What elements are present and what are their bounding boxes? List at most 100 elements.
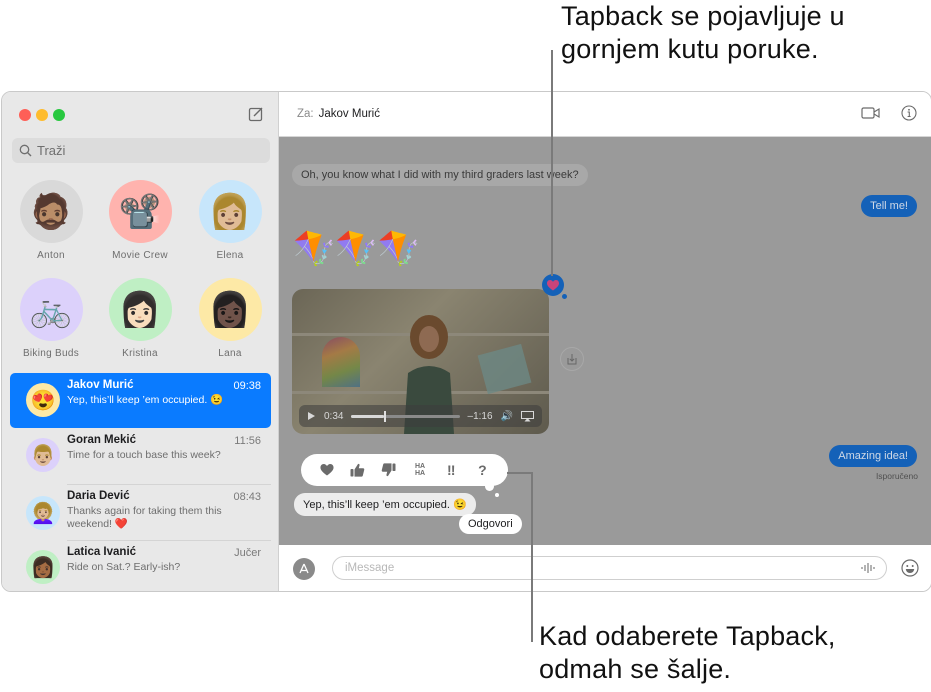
message-bubble-incoming[interactable]: Oh, you know what I did with my third gr… xyxy=(292,164,588,186)
scrubber-fill xyxy=(351,414,384,418)
video-controls: 0:34 –1:16 🔊 xyxy=(299,405,542,427)
heart-icon xyxy=(547,279,559,290)
contact-name: Jakov Murić xyxy=(67,379,134,391)
search-field[interactable]: Traži xyxy=(12,138,270,163)
reply-button[interactable]: Odgovori xyxy=(459,514,522,534)
facetime-button[interactable] xyxy=(861,106,880,123)
app-store-icon xyxy=(299,563,309,574)
pinned-elena[interactable]: 👩🏼 Elena xyxy=(185,180,275,261)
pinned-movie-crew[interactable]: 📽️ Movie Crew xyxy=(95,180,185,261)
avatar: 👩🏾 xyxy=(26,550,60,584)
tapback-thumbs-down-option[interactable] xyxy=(378,459,400,481)
recipient-name[interactable]: Jakov Murić xyxy=(319,108,380,120)
pinned-label: Lana xyxy=(218,348,242,359)
video-camera-icon xyxy=(861,107,880,119)
double-exclamation-icon: ‼ xyxy=(446,462,456,478)
message-time: 11:56 xyxy=(234,435,261,447)
zoom-button[interactable] xyxy=(53,109,65,121)
elapsed-time: 0:34 xyxy=(324,410,344,422)
play-icon[interactable] xyxy=(307,411,316,421)
callout-line-1: Kad odaberete Tapback, xyxy=(539,621,836,651)
tapback-heart-option[interactable] xyxy=(316,459,338,481)
bicycle-icon: 🚲 xyxy=(19,278,83,341)
remaining-time: –1:16 xyxy=(467,410,493,422)
emoji-button[interactable] xyxy=(901,559,919,582)
message-preview: Ride on Sat.? Early-ish? xyxy=(67,561,181,573)
contact-name: Latica Ivanić xyxy=(67,546,137,558)
scrubber-handle[interactable] xyxy=(383,410,386,422)
message-transcript: Oh, you know what I did with my third gr… xyxy=(279,137,931,545)
minimize-button[interactable] xyxy=(36,109,48,121)
conversation-item[interactable]: 👩🏼‍🦱 Daria Dević 08:43 Thanks again for … xyxy=(10,484,271,540)
delivery-status: Isporučeno xyxy=(875,471,918,481)
to-label: Za: xyxy=(297,108,314,120)
tapback-exclamation-option[interactable]: ‼ xyxy=(440,459,462,481)
video-message[interactable]: 0:34 –1:16 🔊 xyxy=(292,289,549,434)
message-bubble-outgoing[interactable]: Amazing idea! xyxy=(829,445,917,467)
callout-line-2: gornjem kutu poruke. xyxy=(561,34,819,64)
callout-leader-line xyxy=(551,50,553,276)
callout-leader-line xyxy=(507,472,533,474)
divider xyxy=(67,540,271,541)
pinned-kristina[interactable]: 👩🏻 Kristina xyxy=(95,278,185,359)
message-time: 09:38 xyxy=(233,380,261,392)
conversation-item[interactable]: 😍 Jakov Murić 09:38 Yep, this’ll keep ’e… xyxy=(10,373,271,428)
thumbs-down-icon xyxy=(382,463,396,477)
volume-icon[interactable]: 🔊 xyxy=(501,411,513,422)
avatar: 👩🏼‍🦱 xyxy=(26,496,60,530)
audio-message-icon[interactable] xyxy=(860,562,876,574)
message-input[interactable] xyxy=(345,562,845,574)
search-icon xyxy=(19,144,32,157)
close-button[interactable] xyxy=(19,109,31,121)
question-mark-icon: ? xyxy=(478,462,487,478)
avatar: 😍 xyxy=(26,383,60,417)
tapback-haha-option[interactable]: HA HA xyxy=(409,459,431,481)
video-scrubber[interactable] xyxy=(351,410,460,422)
tapback-question-option[interactable]: ? xyxy=(471,459,493,481)
conversation-item[interactable]: 👩🏾 Latica Ivanić Jučer Ride on Sat.? Ear… xyxy=(10,540,271,591)
contact-name: Daria Dević xyxy=(67,490,130,502)
save-video-button[interactable] xyxy=(560,347,584,371)
info-button[interactable] xyxy=(901,105,917,124)
info-icon xyxy=(901,105,917,121)
heart-icon xyxy=(320,464,334,476)
pinned-label: Elena xyxy=(216,250,244,261)
callout-tapback-send: Kad odaberete Tapback, odmah se šalje. xyxy=(539,620,836,686)
divider xyxy=(67,484,271,485)
conversation-item[interactable]: 👨🏼 Goran Mekić 11:56 Time for a touch ba… xyxy=(10,428,271,484)
compose-button[interactable] xyxy=(248,106,264,122)
compose-icon xyxy=(248,107,263,122)
conversation-list: 😍 Jakov Murić 09:38 Yep, this’ll keep ’e… xyxy=(2,373,279,591)
airplay-icon[interactable] xyxy=(521,410,534,422)
pinned-label: Anton xyxy=(37,250,65,261)
callout-leader-line xyxy=(531,472,533,642)
pinned-label: Kristina xyxy=(122,348,158,359)
callout-line-1: Tapback se pojavljuje u xyxy=(561,1,845,31)
pinned-lana[interactable]: 👩🏿 Lana xyxy=(185,278,275,359)
sidebar: Traži 🧔🏽 Anton 📽️ Movie Crew 👩🏼 Elena 🚲 … xyxy=(2,92,279,591)
film-projector-icon: 📽️ xyxy=(108,180,172,243)
conversation-pane: Za: Jakov Murić Oh, you know what I did … xyxy=(279,92,931,591)
message-time: Jučer xyxy=(234,547,261,559)
tapback-menu: HA HA ‼ ? xyxy=(301,454,508,497)
download-icon xyxy=(567,354,577,365)
message-bubble-outgoing[interactable]: Tell me! xyxy=(861,195,917,217)
window-controls xyxy=(19,109,65,121)
kite-emoji-message[interactable]: 🪁🪁🪁 xyxy=(293,229,420,269)
messages-window: Traži 🧔🏽 Anton 📽️ Movie Crew 👩🏼 Elena 🚲 … xyxy=(1,91,931,592)
search-placeholder: Traži xyxy=(37,143,66,158)
thumbs-up-icon xyxy=(350,463,365,477)
pinned-label: Biking Buds xyxy=(22,348,80,359)
teal-kite-image xyxy=(477,343,532,395)
avatar: 👨🏼 xyxy=(26,438,60,472)
message-time: 08:43 xyxy=(233,491,261,503)
smiley-icon xyxy=(901,559,919,577)
pinned-biking-buds[interactable]: 🚲 Biking Buds xyxy=(6,278,96,359)
apps-button[interactable] xyxy=(293,558,315,580)
message-input-field[interactable] xyxy=(332,556,887,580)
tapback-thumbs-up-option[interactable] xyxy=(347,459,369,481)
pinned-anton[interactable]: 🧔🏽 Anton xyxy=(6,180,96,261)
heart-tapback-badge[interactable] xyxy=(542,274,567,299)
memoji-bearded-man-icon: 🧔🏽 xyxy=(19,180,83,243)
message-bubble-incoming-selected[interactable]: Yep, this’ll keep ’em occupied. 😉 xyxy=(294,493,476,516)
